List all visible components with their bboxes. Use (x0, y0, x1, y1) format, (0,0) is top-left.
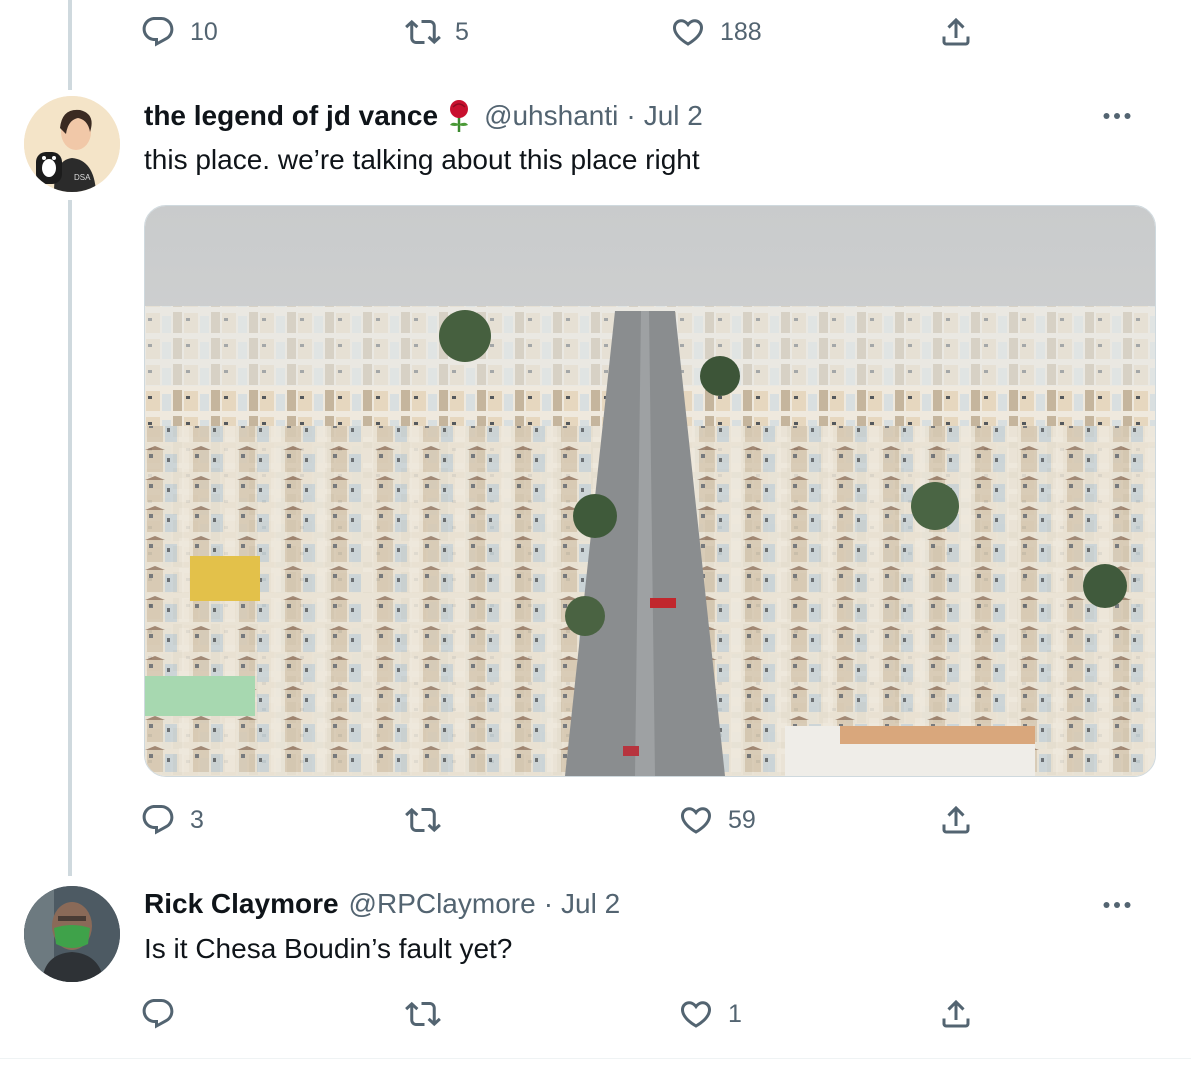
retweet-icon (405, 996, 441, 1032)
share-icon (938, 14, 974, 50)
retweet-icon (405, 14, 441, 50)
reply-icon (140, 996, 176, 1032)
tweet-text: Is it Chesa Boudin’s fault yet? (144, 933, 513, 964)
retweet-button[interactable] (405, 800, 455, 840)
share-button[interactable] (938, 994, 974, 1034)
thread-connector-line (68, 0, 72, 90)
like-button[interactable]: 188 (670, 12, 762, 52)
avatar-badge-text: DSA (74, 173, 91, 182)
handle[interactable]: @uhshanti (484, 100, 618, 132)
tweet-date[interactable]: Jul 2 (644, 100, 703, 132)
like-icon (678, 802, 714, 838)
tweet2-action-bar: 1 (130, 994, 1000, 1034)
retweet-count: 5 (455, 17, 469, 46)
separator-dot: · (543, 888, 554, 919)
avatar-uhshanti[interactable]: DSA (24, 96, 120, 192)
like-icon (670, 14, 706, 50)
like-count: 1 (728, 999, 742, 1028)
thread-connector-line (68, 200, 72, 876)
tweet1-header: the legend of jd vance @uhshanti · Jul 2 (144, 99, 703, 133)
reply-button[interactable]: 10 (140, 12, 218, 52)
retweet-button[interactable]: 5 (405, 12, 469, 52)
more-icon[interactable] (1099, 98, 1135, 134)
tweet2-header: Rick Claymore @RPClaymore · Jul 2 (144, 888, 620, 920)
like-button[interactable]: 1 (678, 994, 742, 1034)
retweet-icon (405, 802, 441, 838)
retweet-button[interactable] (405, 994, 455, 1034)
reply-icon (140, 802, 176, 838)
like-count: 188 (720, 17, 762, 46)
avatar-illustration: DSA (24, 96, 120, 192)
handle[interactable]: @RPClaymore (349, 888, 536, 920)
tweet-photo[interactable] (144, 205, 1156, 777)
reply-button[interactable]: 3 (140, 800, 204, 840)
share-button[interactable] (938, 12, 974, 52)
reply-count: 10 (190, 17, 218, 46)
bottom-divider (0, 1058, 1191, 1059)
like-button[interactable]: 59 (678, 800, 756, 840)
tweet-date[interactable]: Jul 2 (561, 888, 620, 920)
reply-button[interactable] (140, 994, 190, 1034)
like-icon (678, 996, 714, 1032)
share-button[interactable] (938, 800, 974, 840)
separator-dot: · (626, 100, 636, 131)
share-icon (938, 996, 974, 1032)
more-icon[interactable] (1099, 887, 1135, 923)
tweet1-action-bar: 3 59 (130, 800, 1000, 840)
city-street-photo (145, 206, 1155, 776)
avatar-photo (24, 886, 120, 982)
display-name[interactable]: Rick Claymore (144, 888, 339, 920)
avatar-rpclaymore[interactable] (24, 886, 120, 982)
rose-emoji-icon (450, 100, 469, 132)
reply-count: 3 (190, 805, 204, 834)
reply-icon (140, 14, 176, 50)
display-name[interactable]: the legend of jd vance (144, 100, 438, 132)
previous-tweet-action-bar: 10 5 188 (130, 12, 1000, 52)
share-icon (938, 802, 974, 838)
like-count: 59 (728, 805, 756, 834)
tweet-text: this place. we’re talking about this pla… (144, 144, 700, 175)
